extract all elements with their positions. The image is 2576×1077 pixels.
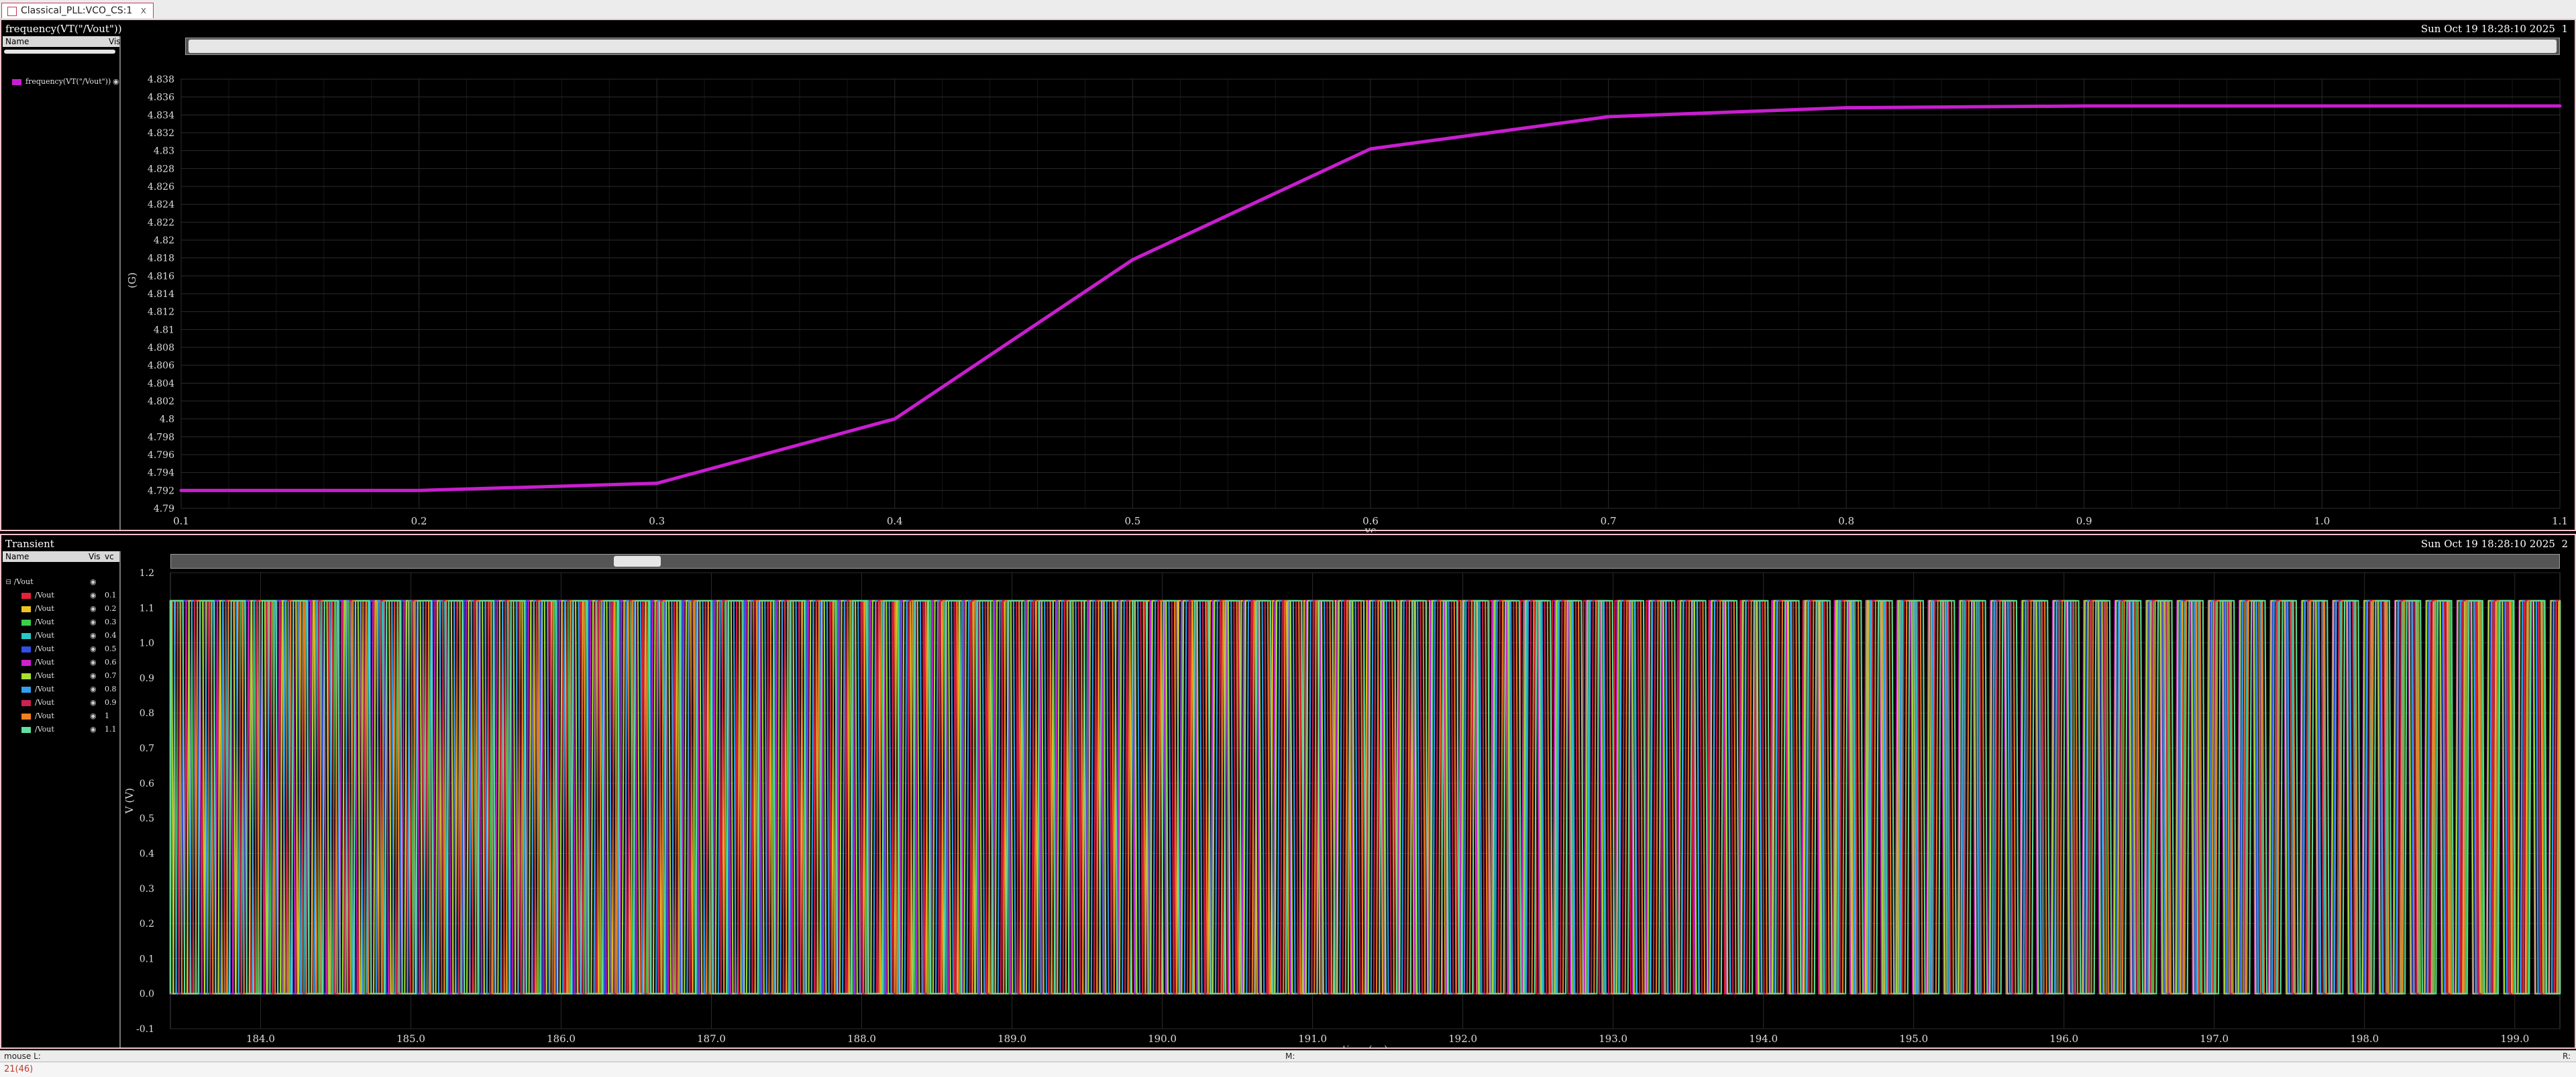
y-tick-label: 4.838: [148, 74, 174, 85]
x-tick-label: 0.4: [887, 515, 903, 527]
y-tick-label: 4.822: [148, 217, 174, 228]
subwindow-date: Sun Oct 19 18:28:10 2025 2: [2420, 538, 2568, 550]
x-tick-label: 0.5: [1124, 515, 1140, 527]
y-tick-label: 4.808: [148, 343, 174, 353]
y-tick-label: 4.804: [148, 378, 174, 389]
y-axis-label: V (V): [123, 788, 136, 814]
y-tick-label: 0.2: [140, 919, 154, 929]
x-tick-label: 189.0: [998, 1033, 1026, 1045]
y-tick-label: 1.1: [140, 603, 154, 614]
data-point: [1607, 115, 1611, 119]
y-tick-label: 4.826: [148, 182, 174, 192]
mouse-middle-label: M:: [1285, 1052, 1295, 1061]
mouse-left-label: mouse L:: [4, 1052, 41, 1061]
y-tick-label: 0.3: [140, 884, 154, 895]
tab-title: Classical_PLL:VCO_CS:1: [21, 5, 133, 16]
data-point: [2082, 104, 2086, 108]
x-axis-label: vc: [1364, 524, 1377, 532]
y-tick-label: 4.814: [148, 289, 174, 300]
x-tick-label: 192.0: [1448, 1033, 1477, 1045]
y-tick-label: 4.794: [148, 468, 174, 479]
close-icon[interactable]: x: [141, 5, 146, 16]
x-tick-label: 196.0: [2049, 1033, 2078, 1045]
x-tick-label: 199.0: [2500, 1033, 2529, 1045]
y-tick-label: 4.818: [148, 253, 174, 264]
x-tick-label: 1.1: [2552, 515, 2568, 527]
frequency-subwindow[interactable]: frequency(VT("/Vout")) Sun Oct 19 18:28:…: [0, 19, 2576, 532]
x-tick-label: 186.0: [547, 1033, 576, 1045]
y-tick-label: 4.812: [148, 307, 174, 318]
x-tick-label: 0.1: [173, 515, 189, 527]
x-tick-label: 0.7: [1601, 515, 1617, 527]
y-tick-label: 0.6: [140, 779, 154, 789]
data-point: [655, 481, 659, 486]
x-tick-label: 195.0: [1899, 1033, 1928, 1045]
y-tick-label: 4.806: [148, 361, 174, 372]
command-statusbar: 21(46): [0, 1062, 2576, 1077]
x-tick-label: 185.0: [396, 1033, 425, 1045]
mouse-statusbar: mouse L: M: R:: [0, 1050, 2576, 1062]
tab-classical-pll[interactable]: Classical_PLL:VCO_CS:1 x: [1, 3, 154, 18]
data-point: [893, 417, 897, 421]
y-tick-label: 0.1: [140, 954, 154, 964]
x-tick-label: 184.0: [246, 1033, 275, 1045]
transient-subwindow[interactable]: Transient Sun Oct 19 18:28:10 2025 2 Nam…: [0, 534, 2576, 1049]
data-point: [179, 488, 183, 492]
y-tick-label: 0.8: [140, 708, 154, 719]
x-axis-label: time (ns): [1342, 1043, 1388, 1047]
data-point: [417, 488, 421, 492]
data-point: [2558, 104, 2562, 108]
x-tick-label: 190.0: [1148, 1033, 1177, 1045]
x-tick-label: 0.9: [2076, 515, 2092, 527]
y-tick-label: 4.79: [154, 504, 174, 514]
x-tick-label: 198.0: [2350, 1033, 2379, 1045]
y-tick-label: 4.836: [148, 93, 174, 103]
x-tick-label: 191.0: [1298, 1033, 1327, 1045]
y-tick-label: 4.802: [148, 396, 174, 407]
x-tick-label: 0.2: [411, 515, 427, 527]
y-tick-label: 1.0: [140, 638, 154, 649]
subwindow-title: frequency(VT("/Vout")): [5, 23, 122, 35]
y-axis-label: (G): [126, 272, 138, 288]
x-tick-label: 197.0: [2200, 1033, 2229, 1045]
subwindow-title: Transient: [5, 538, 54, 550]
frequency-plot[interactable]: 0.1 0.2 0.3 0.4 0.5 0.6 0.7 0.8 0.9 1.0 1.14.794.7…: [1, 36, 2576, 532]
y-tick-label: 4.792: [148, 486, 174, 496]
x-tick-label: 0.8: [1838, 515, 1854, 527]
window-tab-bar: Classical_PLL:VCO_CS:1 x: [0, 0, 2576, 19]
y-tick-label: 4.828: [148, 164, 174, 174]
x-tick-label: 188.0: [847, 1033, 876, 1045]
x-tick-label: 193.0: [1599, 1033, 1627, 1045]
y-tick-label: 4.824: [148, 200, 174, 211]
y-tick-label: 1.2: [140, 568, 154, 579]
y-tick-label: 4.81: [154, 325, 174, 335]
waveform-icon: [7, 7, 17, 16]
y-tick-label: 4.796: [148, 450, 174, 461]
y-tick-label: 0.5: [140, 813, 154, 824]
y-tick-label: -0.1: [136, 1024, 154, 1035]
y-tick-label: 0.7: [140, 744, 154, 754]
status-counter: 21(46): [4, 1064, 34, 1074]
data-point: [1844, 106, 1848, 110]
y-tick-label: 0.4: [140, 848, 154, 859]
y-tick-label: 4.816: [148, 271, 174, 282]
x-tick-label: 0.3: [649, 515, 665, 527]
data-point: [1368, 147, 1373, 151]
data-point: [1130, 258, 1134, 262]
y-tick-label: 4.82: [154, 235, 174, 246]
data-point: [2320, 104, 2324, 108]
y-tick-label: 4.834: [148, 110, 174, 121]
y-tick-label: 0.9: [140, 673, 154, 684]
y-tick-label: 4.832: [148, 128, 174, 139]
y-tick-label: 4.798: [148, 432, 174, 443]
y-tick-label: 4.83: [154, 146, 174, 157]
x-tick-label: 194.0: [1749, 1033, 1778, 1045]
y-tick-label: 4.8: [160, 414, 174, 425]
subwindow-date: Sun Oct 19 18:28:10 2025 1: [2420, 23, 2568, 35]
x-tick-label: 1.0: [2314, 515, 2330, 527]
x-tick-label: 187.0: [697, 1033, 726, 1045]
y-tick-label: 0.0: [140, 989, 154, 1000]
transient-plot[interactable]: 184.0 185.0 186.0 187.0 188.0 189.0 190.0 191.0…: [1, 551, 2576, 1047]
mouse-right-label: R:: [2562, 1052, 2571, 1061]
